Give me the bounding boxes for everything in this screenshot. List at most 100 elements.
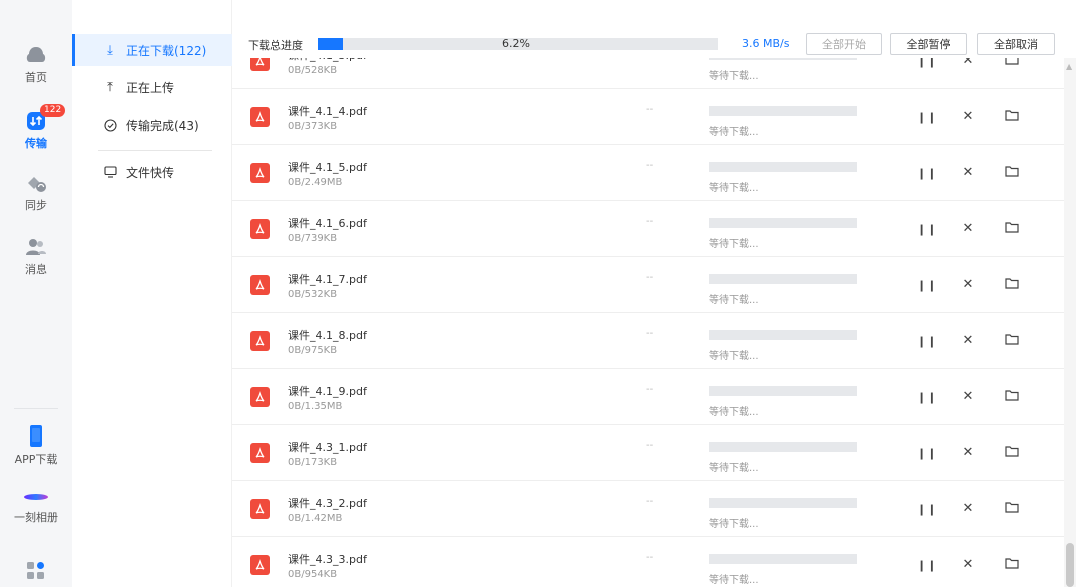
file-status: 等待下载... — [709, 183, 759, 194]
rail-transfer[interactable]: 122 传输 — [0, 104, 72, 151]
folder-icon[interactable] — [1003, 333, 1021, 349]
transfer-count-badge: 122 — [40, 104, 66, 117]
left-rail: 首页 122 传输 同步 消息 APP下载 一刻相册 — [0, 0, 72, 587]
pdf-file-icon — [250, 275, 270, 295]
file-name[interactable]: 课件_4.1_7.pdf — [288, 271, 367, 287]
close-icon[interactable]: ✕ — [959, 277, 977, 292]
remaining-time: -- — [646, 552, 654, 563]
close-icon[interactable]: ✕ — [959, 109, 977, 124]
rail-album[interactable]: 一刻相册 — [0, 488, 72, 525]
file-name[interactable]: 课件_4.1_8.pdf — [288, 327, 367, 343]
pause-all-button[interactable]: 全部暂停 — [890, 33, 967, 55]
cancel-all-button[interactable]: 全部取消 — [977, 33, 1055, 55]
rail-messages[interactable]: 消息 — [0, 236, 72, 277]
file-status: 等待下载... — [709, 295, 759, 306]
scroll-up-arrow-icon[interactable]: ▲ — [1066, 62, 1072, 71]
rail-app-download-label: APP下载 — [14, 453, 58, 466]
list-scrollbar[interactable]: ▲ — [1064, 58, 1076, 587]
pause-icon[interactable]: ❙❙ — [917, 391, 936, 404]
download-icon: ⤓ — [107, 42, 113, 58]
pdf-file-icon — [250, 499, 270, 519]
pause-icon[interactable]: ❙❙ — [917, 223, 936, 236]
download-row[interactable]: 课件_4.1_9.pdf 0B/1.35MB -- 等待下载... ❙❙ ✕ — [232, 369, 1064, 425]
rail-app-download[interactable]: APP下载 — [0, 424, 72, 467]
file-name[interactable]: 课件_4.1_4.pdf — [288, 103, 367, 119]
pause-icon[interactable]: ❙❙ — [917, 167, 936, 180]
rail-more-apps[interactable] — [0, 560, 72, 585]
subnav-completed[interactable]: 传输完成(43) — [72, 109, 232, 141]
transfer-subnav: ⤓ 正在下载(122) ⤒ 正在上传 传输完成(43) 文件快传 — [72, 0, 232, 587]
close-icon[interactable]: ✕ — [959, 221, 977, 236]
file-name[interactable]: 课件_4.1_9.pdf — [288, 383, 367, 399]
subnav-uploading-label: 正在上传 — [126, 80, 175, 95]
folder-icon[interactable] — [1003, 165, 1021, 181]
folder-icon[interactable] — [1003, 277, 1021, 293]
download-row[interactable]: 课件_4.3_2.pdf 0B/1.42MB -- 等待下载... ❙❙ ✕ — [232, 481, 1064, 537]
download-speed: 3.6 MB/s — [742, 37, 790, 50]
file-name[interactable]: 课件_4.1_6.pdf — [288, 215, 367, 231]
rail-home[interactable]: 首页 — [0, 44, 72, 85]
pause-icon[interactable]: ❙❙ — [917, 58, 936, 68]
album-icon — [24, 494, 48, 500]
rail-transfer-label: 传输 — [25, 137, 47, 150]
start-all-button[interactable]: 全部开始 — [806, 33, 882, 55]
file-name[interactable]: 课件_4.3_2.pdf — [288, 495, 367, 511]
subnav-quick-transfer-label: 文件快传 — [126, 165, 175, 180]
pause-icon[interactable]: ❙❙ — [917, 111, 936, 124]
close-icon[interactable]: ✕ — [959, 165, 977, 180]
pause-icon[interactable]: ❙❙ — [917, 447, 936, 460]
check-circle-icon — [102, 118, 118, 132]
file-name[interactable]: 课件_4.3_3.pdf — [288, 551, 367, 567]
download-row[interactable]: 课件_4.1_3.pdf 0B/528KB -- 等待下载... ❙❙ ✕ — [232, 58, 1064, 89]
phone-icon — [30, 425, 42, 447]
close-icon[interactable]: ✕ — [959, 557, 977, 572]
folder-icon[interactable] — [1003, 109, 1021, 125]
download-row[interactable]: 课件_4.1_7.pdf 0B/532KB -- 等待下载... ❙❙ ✕ — [232, 257, 1064, 313]
file-progress-track — [709, 274, 857, 284]
subnav-completed-label: 传输完成(43) — [126, 118, 199, 133]
close-icon[interactable]: ✕ — [959, 333, 977, 348]
sync-icon — [28, 177, 46, 192]
download-row[interactable]: 课件_4.1_5.pdf 0B/2.49MB -- 等待下载... ❙❙ ✕ — [232, 145, 1064, 201]
file-progress-track — [709, 498, 857, 508]
folder-icon[interactable] — [1003, 389, 1021, 405]
file-name[interactable]: 课件_4.3_1.pdf — [288, 439, 367, 455]
remaining-time: -- — [646, 58, 653, 59]
remaining-time: -- — [646, 328, 654, 339]
subnav-uploading[interactable]: ⤒ 正在上传 — [72, 71, 232, 103]
rail-sync[interactable]: 同步 — [0, 172, 72, 213]
pause-icon[interactable]: ❙❙ — [917, 335, 936, 348]
file-progress-track — [709, 218, 857, 228]
download-row[interactable]: 课件_4.3_1.pdf 0B/173KB -- 等待下载... ❙❙ ✕ — [232, 425, 1064, 481]
download-row[interactable]: 课件_4.3_3.pdf 0B/954KB -- 等待下载... ❙❙ ✕ — [232, 537, 1064, 587]
folder-icon[interactable] — [1003, 445, 1021, 461]
overall-progress-bar: 下载总进度 6.2% 3.6 MB/s 全部开始 全部暂停 全部取消 — [232, 32, 1076, 58]
file-size: 0B/532KB — [288, 289, 338, 300]
folder-icon[interactable] — [1003, 221, 1021, 237]
overall-progress-label: 下载总进度 — [248, 39, 303, 52]
file-name[interactable]: 课件_4.1_3.pdf — [288, 58, 367, 63]
pause-icon[interactable]: ❙❙ — [917, 279, 936, 292]
pause-icon[interactable]: ❙❙ — [917, 559, 936, 572]
file-size: 0B/373KB — [288, 121, 338, 132]
close-icon[interactable]: ✕ — [959, 445, 977, 460]
folder-icon[interactable] — [1003, 501, 1021, 517]
close-icon[interactable]: ✕ — [959, 501, 977, 516]
download-row[interactable]: 课件_4.1_6.pdf 0B/739KB -- 等待下载... ❙❙ ✕ — [232, 201, 1064, 257]
download-row[interactable]: 课件_4.1_4.pdf 0B/373KB -- 等待下载... ❙❙ ✕ — [232, 89, 1064, 145]
close-icon[interactable]: ✕ — [959, 58, 977, 68]
close-icon[interactable]: ✕ — [959, 389, 977, 404]
remaining-time: -- — [646, 272, 654, 283]
pause-icon[interactable]: ❙❙ — [917, 503, 936, 516]
pdf-file-icon — [250, 387, 270, 407]
rail-sync-label: 同步 — [25, 199, 47, 212]
file-name[interactable]: 课件_4.1_5.pdf — [288, 159, 367, 175]
subnav-downloading[interactable]: ⤓ 正在下载(122) — [72, 34, 232, 66]
subnav-divider — [98, 150, 212, 151]
folder-icon[interactable] — [1003, 58, 1021, 69]
rail-album-label: 一刻相册 — [14, 511, 58, 524]
download-row[interactable]: 课件_4.1_8.pdf 0B/975KB -- 等待下载... ❙❙ ✕ — [232, 313, 1064, 369]
scroll-thumb[interactable] — [1066, 543, 1074, 587]
subnav-quick-transfer[interactable]: 文件快传 — [72, 156, 232, 188]
folder-icon[interactable] — [1003, 557, 1021, 573]
